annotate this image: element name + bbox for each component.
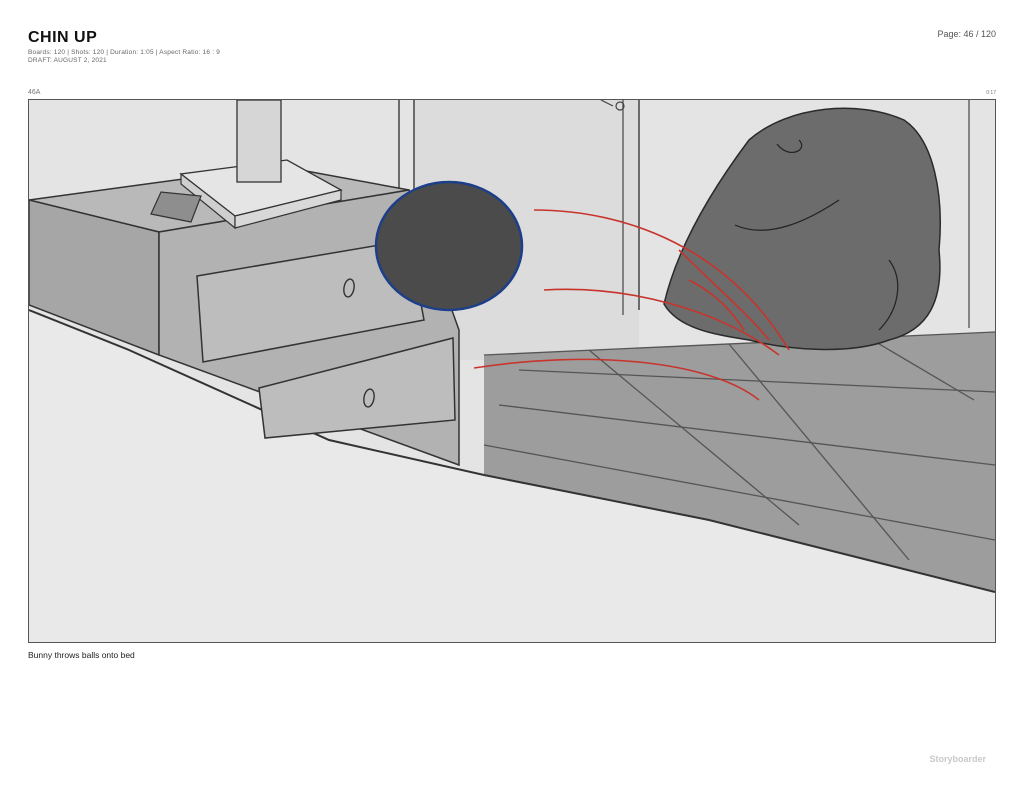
board-stats: Boards: 120 | Shots: 120 | Duration: 1:0…	[28, 49, 221, 56]
draft-date: DRAFT: AUGUST 2, 2021	[28, 57, 107, 64]
shot-duration: 0:17	[986, 90, 996, 96]
shot-number: 46A	[28, 89, 41, 96]
project-title: CHIN UP	[28, 29, 98, 46]
shot-caption: Bunny throws balls onto bed	[28, 650, 135, 660]
storyboard-panel	[28, 99, 996, 643]
app-brand: Storyboarder	[929, 754, 986, 764]
page-number: Page: 46 / 120	[937, 29, 996, 39]
storyboard-sketch	[29, 100, 995, 642]
